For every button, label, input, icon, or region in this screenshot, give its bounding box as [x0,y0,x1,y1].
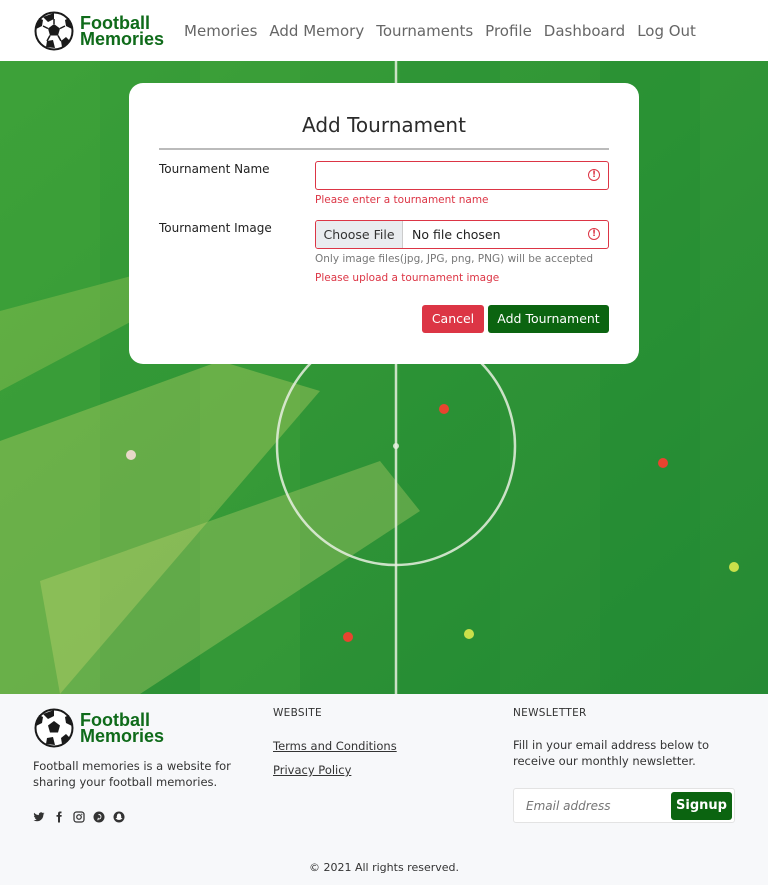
form-title: Add Tournament [302,113,466,137]
nav-log-out[interactable]: Log Out [637,22,696,40]
brand-line-2: Memories [80,28,165,49]
site-header: Football Memories Memories Add Memory To… [0,0,768,61]
nav-profile[interactable]: Profile [485,22,532,40]
site-description: Football memories is a website for shari… [33,759,231,789]
brand-line-2: Memories [80,726,165,746]
nav-add-memory[interactable]: Add Memory [269,22,364,40]
newsletter-text: Fill in your email address below to rece… [513,738,710,768]
newsletter-heading: NEWSLETTER [513,707,587,719]
error-icon: ! [588,169,600,181]
choose-file-button[interactable]: Choose File [316,221,403,248]
social-links [33,811,125,823]
tournament-image-error: Please upload a tournament image [315,272,500,284]
website-heading: WEBSITE [273,707,322,719]
football-icon [34,708,74,748]
signup-button[interactable]: Signup [671,792,732,820]
footer-logo[interactable]: Football Memories [34,708,164,748]
main-nav: Memories Add Memory Tournaments Profile … [184,22,708,40]
brand-logo[interactable]: Football Memories [34,11,164,51]
tournament-name-error: Please enter a tournament name [315,194,489,206]
newsletter-form: Signup [513,788,735,823]
tournament-image-input[interactable]: Choose File No file chosen ! [315,220,609,249]
site-footer: Football Memories Football memories is a… [0,694,768,885]
footer-brand-name: Football Memories [80,711,165,746]
nav-memories[interactable]: Memories [184,22,257,40]
pitch-background: Add Tournament Tournament Name ! Please … [0,61,768,694]
facebook-icon[interactable] [53,811,65,823]
terms-link[interactable]: Terms and Conditions [273,739,397,753]
copyright: © 2021 All rights reserved. [308,861,460,874]
title-divider [159,148,609,150]
tournament-image-label: Tournament Image [159,221,272,235]
nav-dashboard[interactable]: Dashboard [544,22,625,40]
error-icon: ! [588,228,600,240]
add-tournament-button[interactable]: Add Tournament [488,305,609,333]
privacy-link[interactable]: Privacy Policy [273,763,351,777]
tournament-name-input[interactable]: ! [315,161,609,190]
brand-name: Football Memories [80,14,165,49]
add-tournament-card: Add Tournament Tournament Name ! Please … [129,83,639,364]
instagram-icon[interactable] [73,811,85,823]
cancel-button[interactable]: Cancel [422,305,484,333]
file-status: No file chosen [412,227,501,242]
pinterest-icon[interactable] [93,811,105,823]
email-input[interactable] [514,789,664,822]
twitter-icon[interactable] [33,811,45,823]
nav-tournaments[interactable]: Tournaments [376,22,473,40]
image-hint: Only image files(jpg, JPG, png, PNG) wil… [315,253,594,265]
tournament-name-label: Tournament Name [159,162,270,176]
snapchat-icon[interactable] [113,811,125,823]
football-icon [34,11,74,50]
